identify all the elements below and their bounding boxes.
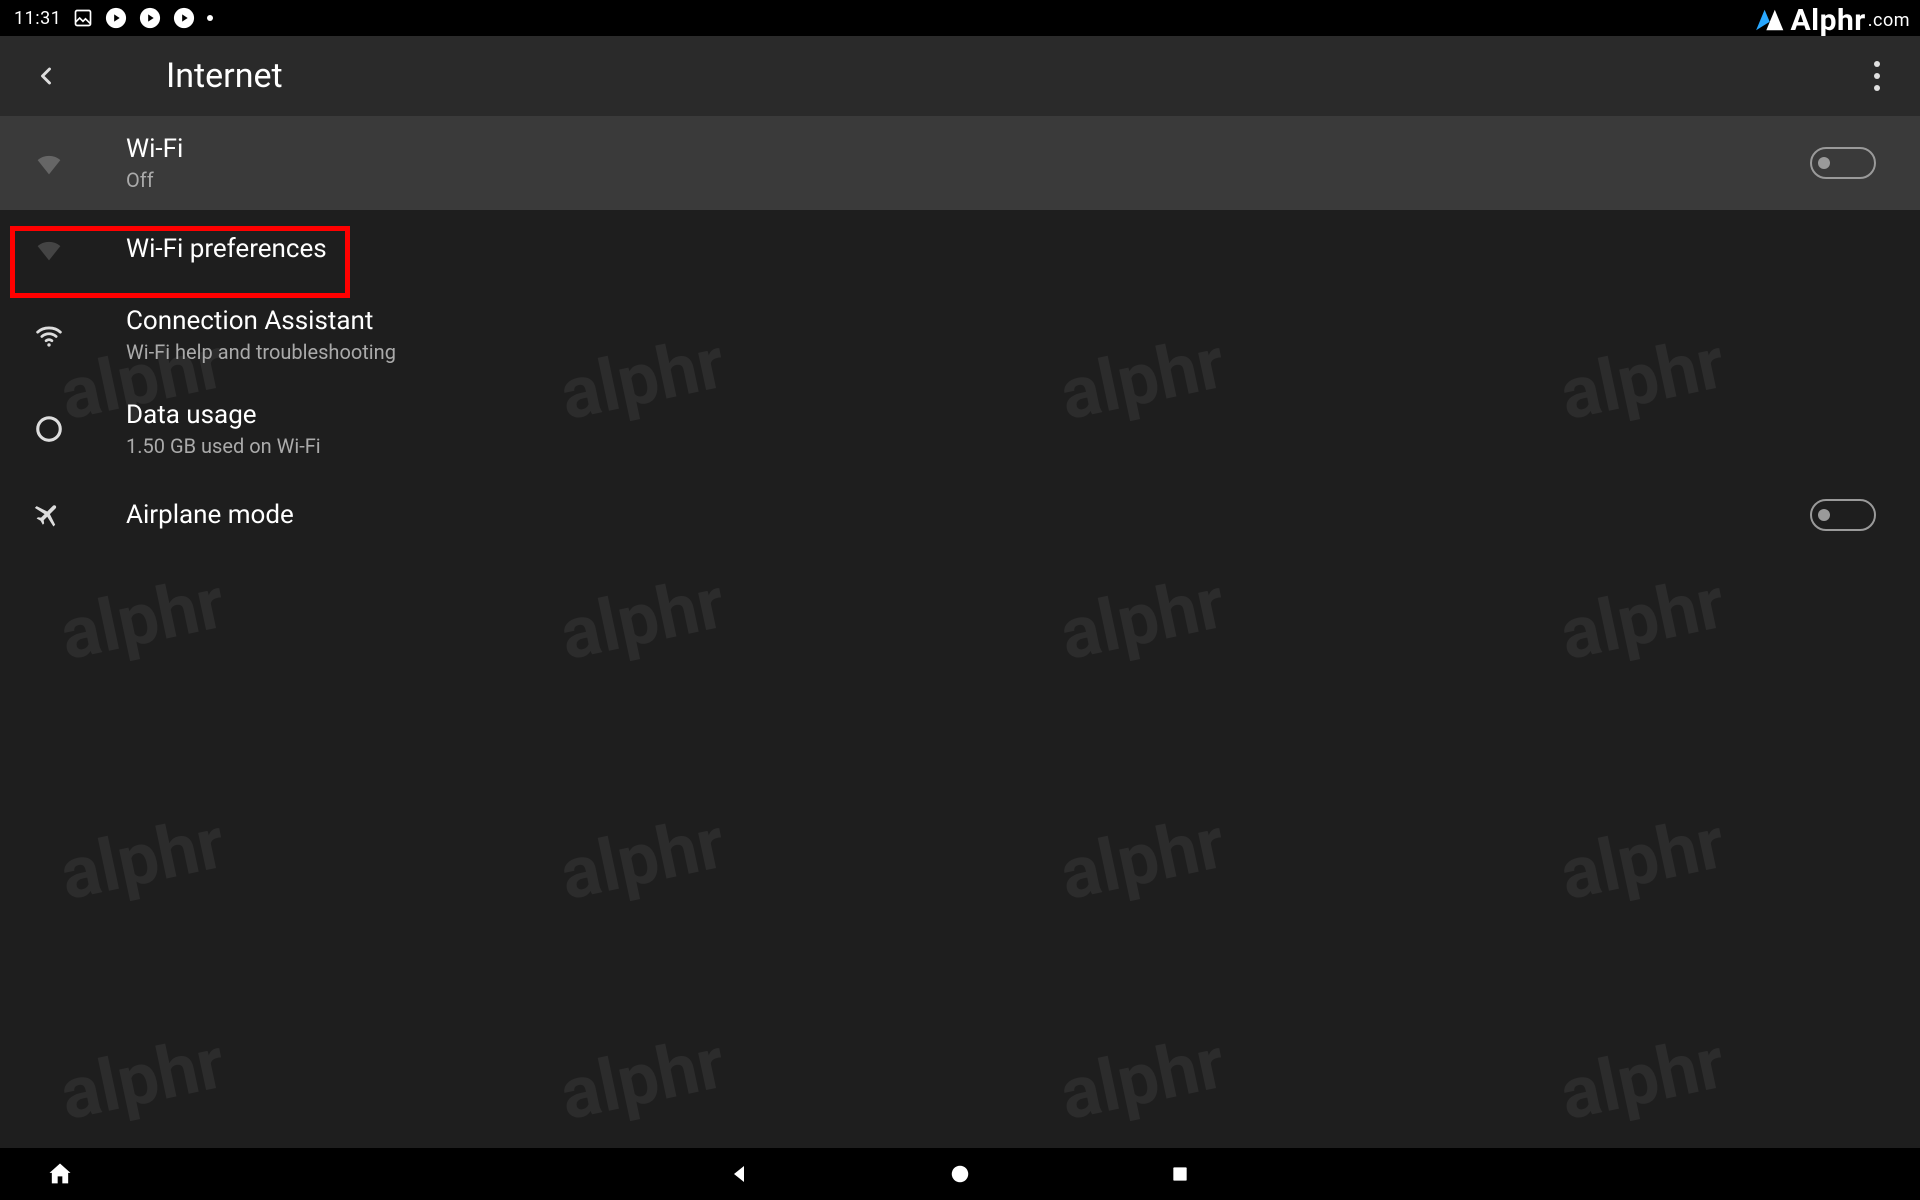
data-usage-sub: 1.50 GB used on Wi-Fi (126, 434, 321, 458)
overflow-menu-button[interactable] (1874, 61, 1880, 91)
clock: 11:31 (14, 8, 61, 29)
wifi-waves-icon (26, 318, 72, 352)
watermark-text: alphr (53, 1020, 232, 1137)
status-dot-icon (207, 15, 213, 21)
status-bar: 11:31 Alphr.com (0, 0, 1920, 36)
airplane-toggle[interactable] (1810, 499, 1876, 531)
watermark-text: alphr (553, 800, 732, 917)
wifi-icon (26, 146, 72, 180)
watermark-text: alphr (553, 1020, 732, 1137)
settings-screen: alphr alphr alphr alphr alphr alphr alph… (0, 36, 1920, 1148)
alphr-watermark-badge: Alphr.com (1741, 0, 1920, 40)
play-circle-icon (139, 7, 161, 29)
wifi-toggle[interactable] (1810, 147, 1876, 179)
data-usage-icon (26, 414, 72, 444)
watermark-text: alphr (1053, 800, 1232, 917)
watermark-text: alphr (553, 560, 732, 677)
data-usage-row[interactable]: Data usage 1.50 GB used on Wi-Fi (0, 382, 1920, 476)
data-usage-label: Data usage (126, 400, 321, 430)
alphr-suffix: .com (1868, 10, 1910, 31)
wifi-label: Wi-Fi (126, 134, 183, 164)
airplane-label: Airplane mode (126, 500, 294, 530)
watermark-text: alphr (53, 560, 232, 677)
wifi-prefs-label: Wi-Fi preferences (126, 234, 327, 264)
wifi-sub: Off (126, 168, 183, 192)
nav-back-button[interactable] (720, 1154, 760, 1194)
connection-assistant-row[interactable]: Connection Assistant Wi-Fi help and trou… (0, 288, 1920, 382)
watermark-text: alphr (1053, 1020, 1232, 1137)
watermark-text: alphr (1553, 800, 1732, 917)
conn-assist-sub: Wi-Fi help and troubleshooting (126, 340, 396, 364)
alphr-name: Alphr (1791, 3, 1866, 38)
watermark-text: alphr (1053, 560, 1232, 677)
device-frame: 11:31 Alphr.com alphr a (0, 0, 1920, 1200)
play-circle-icon (105, 7, 127, 29)
airplane-mode-row[interactable]: Airplane mode (0, 476, 1920, 554)
airplane-icon (26, 500, 72, 530)
watermark-text: alphr (53, 800, 232, 917)
image-icon (73, 8, 93, 28)
play-circle-icon (173, 7, 195, 29)
wifi-solid-icon (26, 232, 72, 266)
wifi-row[interactable]: Wi-Fi Off (0, 116, 1920, 210)
page-title: Internet (166, 56, 283, 96)
nav-home-button[interactable] (940, 1154, 980, 1194)
app-header: Internet (0, 36, 1920, 116)
system-nav-bar (0, 1148, 1920, 1200)
conn-assist-label: Connection Assistant (126, 306, 396, 336)
wifi-preferences-row[interactable]: Wi-Fi preferences (0, 210, 1920, 288)
home-house-button[interactable] (40, 1154, 80, 1194)
watermark-text: alphr (1553, 560, 1732, 677)
alphr-logo-icon (1751, 3, 1785, 37)
watermark-text: alphr (1553, 1020, 1732, 1137)
nav-recent-button[interactable] (1160, 1154, 1200, 1194)
back-button[interactable] (26, 62, 66, 90)
